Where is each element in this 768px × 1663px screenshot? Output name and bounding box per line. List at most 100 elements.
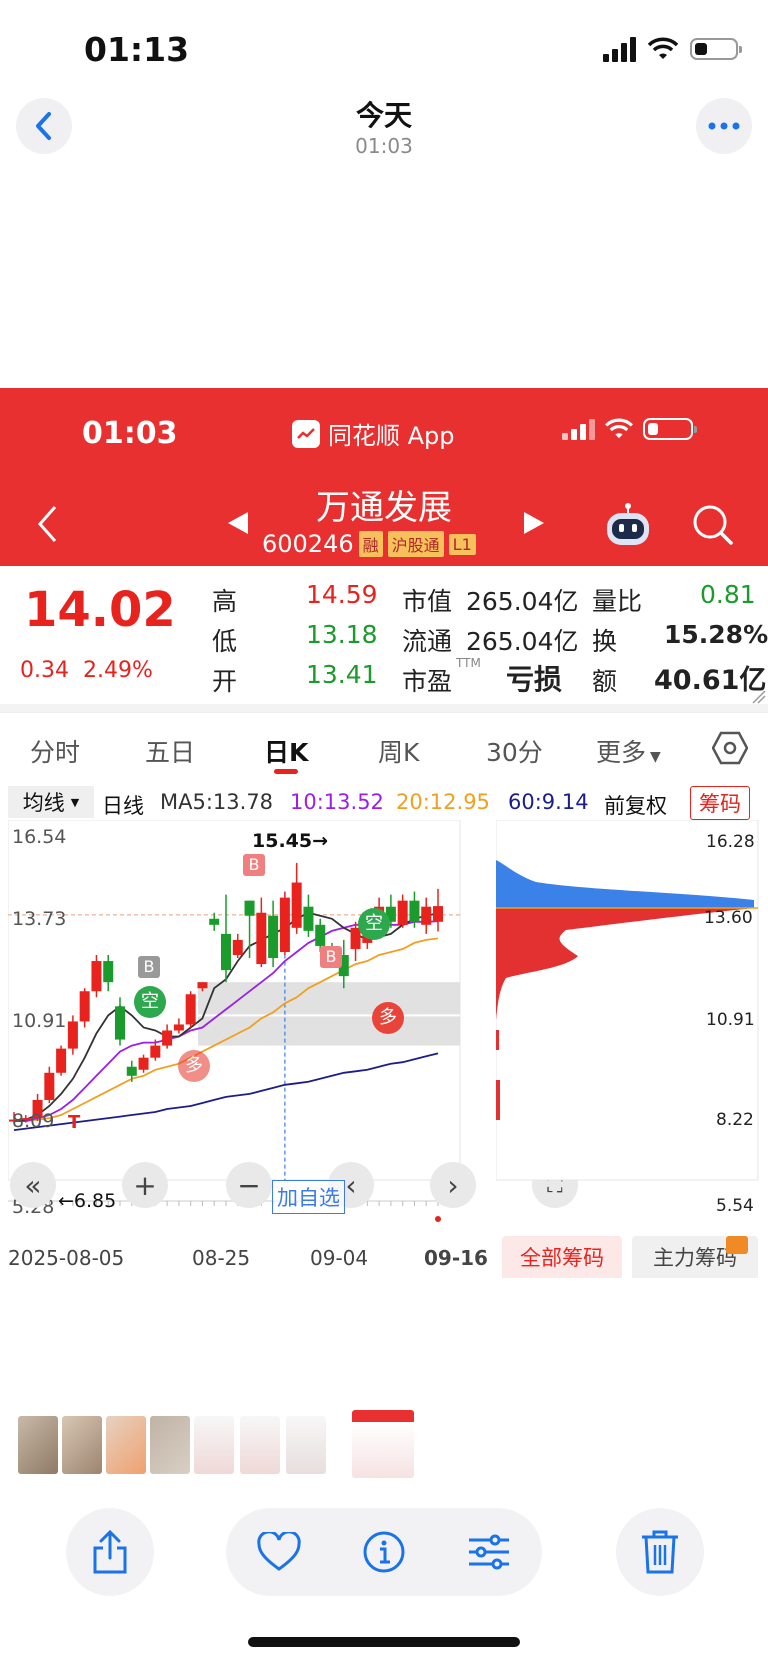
candle-body bbox=[291, 882, 302, 928]
stock-code: 600246 bbox=[262, 530, 354, 558]
plus-icon: + bbox=[133, 1168, 157, 1202]
signal-buy-badge[interactable]: B bbox=[138, 956, 160, 978]
period-tabs: 分时 五日 日K 周K 30分 更多 ▼ bbox=[0, 712, 768, 781]
search-icon[interactable] bbox=[692, 504, 734, 546]
x-tick-label: 2025-08-05 bbox=[8, 1246, 125, 1270]
low-value: 13.18 bbox=[306, 620, 378, 649]
period-label: 日线 bbox=[102, 794, 144, 818]
heart-icon[interactable] bbox=[256, 1532, 301, 1572]
app-header: 01:03 同花顺 App 万通发展 600246 融 沪股通 L1 bbox=[0, 388, 768, 566]
high-marker: 15.45→ bbox=[252, 830, 329, 852]
ma-selector[interactable]: 均线 ▼ bbox=[8, 786, 94, 818]
pe-label: 市盈 bbox=[402, 667, 453, 696]
stock-code-row: 600246 融 沪股通 L1 bbox=[262, 530, 476, 558]
zoom-in-button[interactable]: + bbox=[122, 1162, 168, 1208]
signal-long-badge[interactable]: 多 bbox=[372, 1002, 404, 1034]
candle-body bbox=[433, 906, 443, 922]
float-label: 流通 bbox=[402, 627, 453, 656]
candle-body bbox=[103, 961, 114, 983]
expand-corner-icon[interactable] bbox=[752, 690, 766, 704]
wifi-icon bbox=[648, 37, 678, 59]
step-right-button[interactable]: › bbox=[430, 1162, 476, 1208]
ma5-value: MA5:13.78 bbox=[160, 790, 274, 814]
photo-thumbnail-selected[interactable] bbox=[352, 1410, 414, 1478]
x-tick-label: 09-04 bbox=[310, 1246, 369, 1270]
pe-value: 亏损 bbox=[506, 663, 563, 696]
tab-more[interactable]: 更多 ▼ bbox=[596, 733, 661, 769]
battery-icon bbox=[690, 38, 742, 60]
signal-long-badge[interactable]: 多 bbox=[178, 1050, 210, 1082]
photo-thumbnail[interactable] bbox=[150, 1416, 190, 1474]
turnover-label: 换 bbox=[592, 627, 618, 656]
ma-selector-label: 均线 bbox=[22, 791, 65, 815]
adjust-sliders-icon[interactable] bbox=[467, 1532, 511, 1572]
y-tick-label: 16.54 bbox=[12, 826, 67, 848]
share-button[interactable] bbox=[66, 1508, 154, 1596]
signal-short-badge[interactable]: 空 bbox=[134, 986, 166, 1018]
today-marker bbox=[435, 1216, 441, 1222]
candle-body bbox=[67, 1021, 78, 1049]
tab-daily-k[interactable]: 日K bbox=[264, 733, 308, 769]
chip-y-tick-label: 8.22 bbox=[716, 1110, 754, 1130]
more-options-button[interactable] bbox=[696, 98, 752, 154]
lock-icon bbox=[726, 1236, 748, 1254]
photo-thumbnail[interactable] bbox=[62, 1416, 102, 1474]
candle-body bbox=[279, 897, 290, 952]
chips-toggle[interactable]: 筹码 bbox=[690, 786, 750, 820]
add-watchlist-button[interactable]: 加自选 bbox=[272, 1180, 345, 1214]
zoom-out-button[interactable]: − bbox=[226, 1162, 272, 1208]
signal-buy-badge[interactable]: B bbox=[243, 854, 265, 876]
photo-thumbnail[interactable] bbox=[194, 1416, 234, 1474]
ma-legend-bar: 均线 ▼ 日线 MA5:13.78 10:13.52 20:12.95 60:9.… bbox=[8, 786, 768, 820]
minus-icon: − bbox=[237, 1168, 261, 1202]
price-change: 0.34 2.49% bbox=[20, 658, 153, 683]
delete-button[interactable] bbox=[616, 1508, 704, 1596]
settings-hexagon-icon[interactable] bbox=[712, 731, 748, 765]
active-tab-indicator bbox=[274, 769, 298, 774]
candle-body bbox=[138, 1057, 149, 1070]
tab-intraday[interactable]: 分时 bbox=[30, 733, 80, 769]
candle-body bbox=[91, 961, 102, 992]
candle-body bbox=[256, 912, 267, 965]
signal-buy-badge[interactable]: B bbox=[320, 946, 342, 968]
chevron-left-icon: ‹ bbox=[345, 1168, 357, 1202]
home-indicator bbox=[248, 1637, 520, 1647]
pe-sup: TTM bbox=[456, 656, 481, 670]
mktcap-label: 市值 bbox=[402, 587, 453, 616]
chip-y-tick-label: 5.54 bbox=[716, 1196, 754, 1216]
candle-body bbox=[126, 1066, 137, 1076]
adjust-mode[interactable]: 前复权 bbox=[604, 790, 667, 820]
trash-icon bbox=[642, 1530, 678, 1574]
low-label: 低 bbox=[212, 627, 238, 656]
info-icon[interactable] bbox=[362, 1530, 406, 1574]
x-tick-label: 08-25 bbox=[192, 1246, 251, 1270]
candle-body bbox=[79, 991, 90, 1022]
photo-thumbnail[interactable] bbox=[18, 1416, 58, 1474]
photo-thumbnail[interactable] bbox=[106, 1416, 146, 1474]
ellipsis-icon bbox=[708, 122, 740, 130]
candle-body bbox=[197, 982, 208, 989]
signal-t-marker: T bbox=[68, 1112, 81, 1133]
candle-body bbox=[397, 900, 408, 925]
candle-body bbox=[173, 1024, 184, 1031]
chip-y-tick-label: 10.91 bbox=[706, 1010, 755, 1030]
scroll-left-button[interactable]: « bbox=[10, 1162, 56, 1208]
resistance-zone bbox=[198, 982, 460, 1046]
photo-thumbnail[interactable] bbox=[240, 1416, 280, 1474]
turnover-value: 15.28% bbox=[664, 620, 768, 649]
app-label: 同花顺 App bbox=[292, 416, 455, 451]
tag-margin: 融 bbox=[358, 531, 383, 557]
y-tick-label: 10.91 bbox=[12, 1010, 67, 1032]
tab-five-day[interactable]: 五日 bbox=[145, 733, 195, 769]
next-stock-icon[interactable] bbox=[522, 510, 546, 536]
tab-30min[interactable]: 30分 bbox=[486, 733, 543, 769]
chip-y-tick-label: 13.60 bbox=[704, 908, 753, 928]
tab-weekly-k[interactable]: 周K bbox=[378, 733, 419, 769]
photo-thumbnail[interactable] bbox=[286, 1416, 326, 1474]
tab-all-chips[interactable]: 全部筹码 bbox=[502, 1236, 622, 1278]
ma60-value: 60:9.14 bbox=[508, 790, 589, 814]
robot-assistant-icon[interactable] bbox=[604, 502, 652, 548]
amount-value: 40.61亿 bbox=[654, 665, 767, 696]
signal-short-badge[interactable]: 空 bbox=[358, 908, 390, 940]
candle-body bbox=[115, 1006, 125, 1040]
